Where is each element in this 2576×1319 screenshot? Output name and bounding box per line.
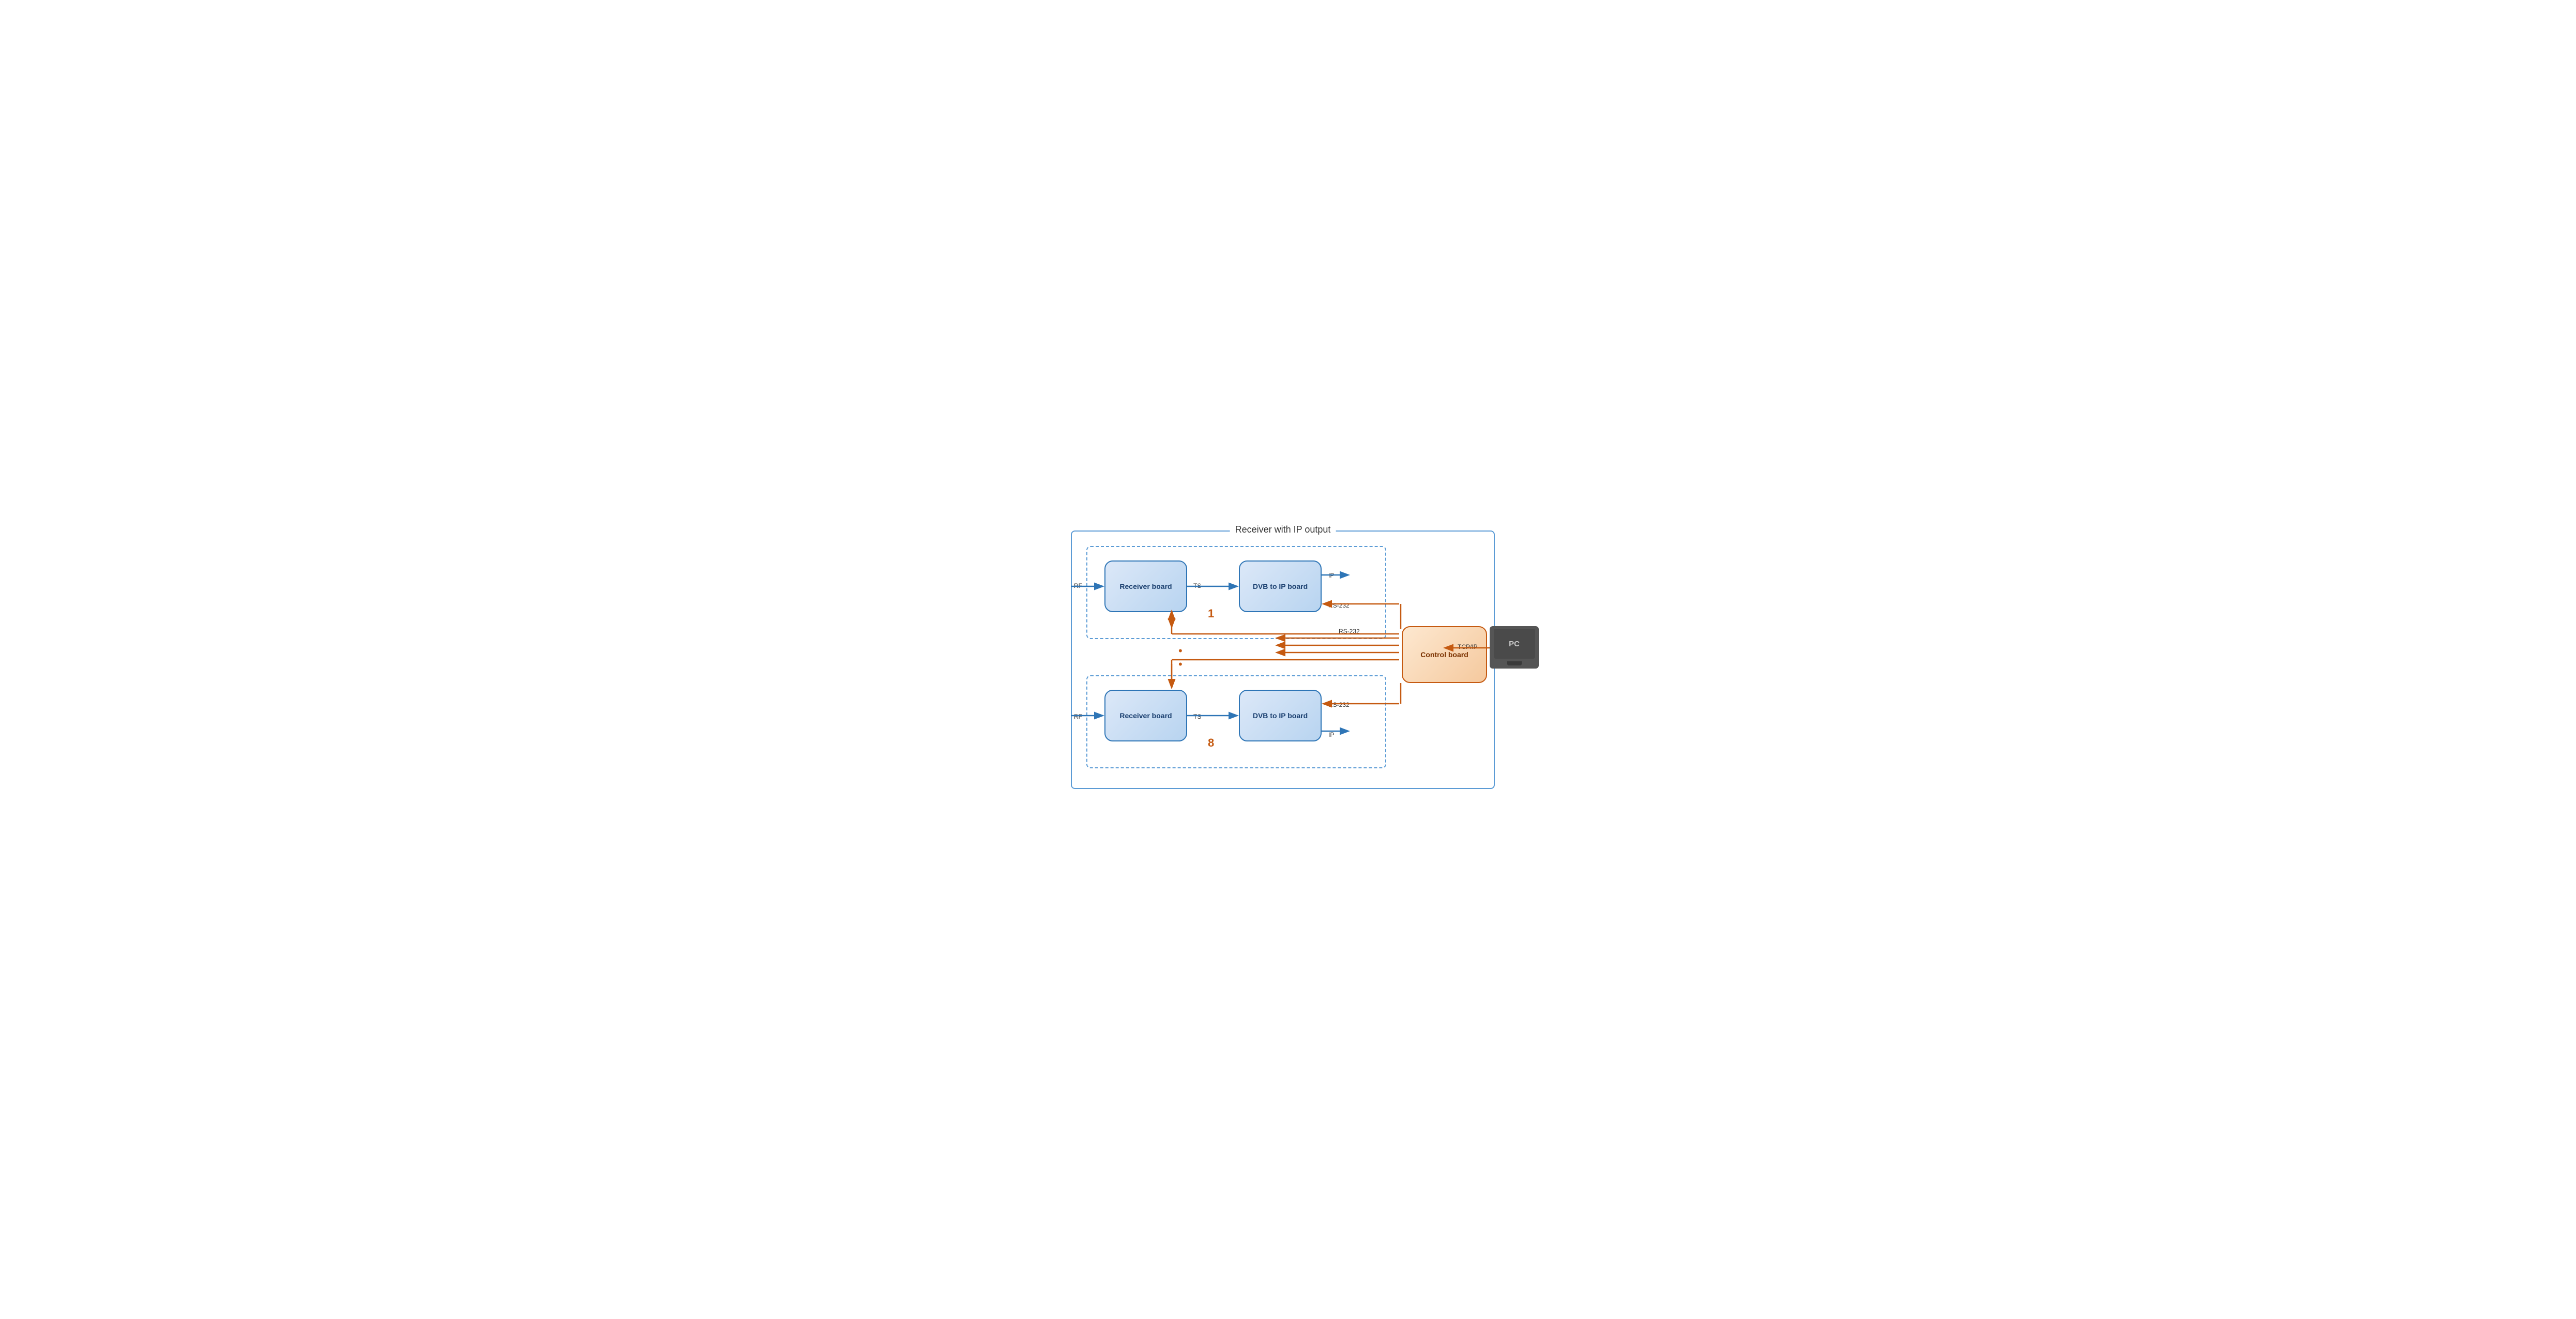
receiver-board-top: Receiver board <box>1104 560 1187 612</box>
pc-stand <box>1507 661 1522 665</box>
label-rs232-control: RS-232 <box>1339 628 1360 635</box>
label-ts-top: TS <box>1193 582 1201 589</box>
label-ts-bottom: TS <box>1193 713 1201 720</box>
diagram-title: Receiver with IP output <box>1230 524 1336 535</box>
label-rf-bottom: RF <box>1074 713 1082 720</box>
pc-screen: PC <box>1494 629 1535 659</box>
diagram-container: Receiver with IP output 1 8 Receiver boa… <box>1055 525 1521 794</box>
label-ip-bottom: IP <box>1328 731 1334 738</box>
pc-box: PC <box>1490 626 1539 669</box>
dots-separator: •• <box>1178 644 1185 671</box>
group-number-8: 8 <box>1208 736 1214 750</box>
dvb-board-top: DVB to IP board <box>1239 560 1322 612</box>
label-ip-top: IP <box>1328 572 1334 579</box>
dvb-board-bottom: DVB to IP board <box>1239 690 1322 741</box>
label-rf-top: RF <box>1074 582 1082 589</box>
label-tcp-ip: TCP/IP <box>1458 643 1478 650</box>
control-board: Control board <box>1402 626 1487 683</box>
label-rs232-top: RS-232 <box>1328 602 1350 609</box>
label-rs232-bottom: RS-232 <box>1328 701 1350 708</box>
group-number-1: 1 <box>1208 607 1214 620</box>
receiver-board-bottom: Receiver board <box>1104 690 1187 741</box>
